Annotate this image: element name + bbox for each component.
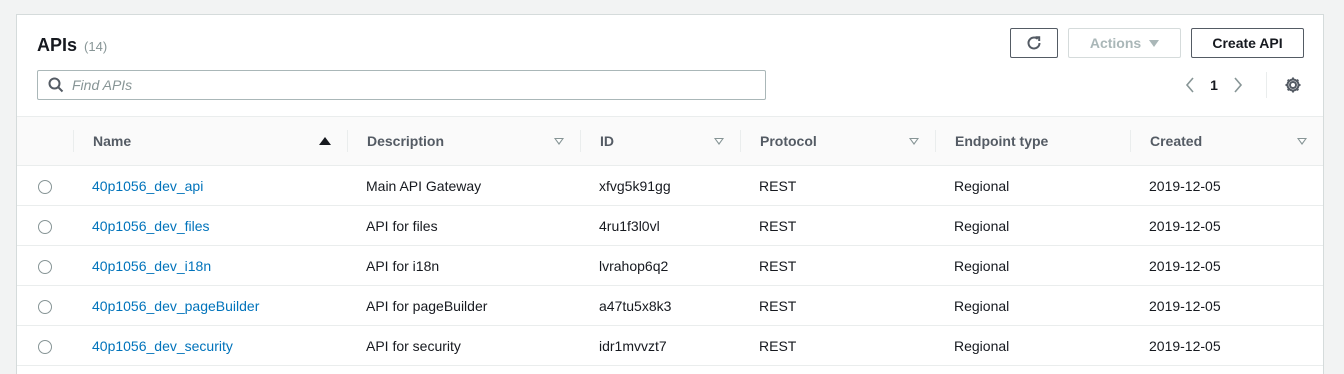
chevron-right-icon <box>1234 77 1243 93</box>
search-box <box>37 70 766 100</box>
row-radio[interactable] <box>38 259 52 274</box>
api-protocol: REST <box>759 297 797 314</box>
api-id: xfvg5k91gg <box>599 177 671 194</box>
column-label: ID <box>600 133 614 149</box>
api-name-link[interactable]: 40p1056_dev_pageBuilder <box>92 298 259 314</box>
column-header-created[interactable]: Created <box>1130 117 1323 166</box>
api-created: 2019-12-05 <box>1149 297 1221 314</box>
page-title: APIs (14) <box>37 35 107 56</box>
gear-icon <box>1285 77 1301 93</box>
api-name-cell: 40p1056_dev_pageBuilder <box>73 286 347 326</box>
api-endpoint-type: Regional <box>954 177 1010 194</box>
row-radio[interactable] <box>38 299 52 314</box>
api-id: lvrahop6q2 <box>599 257 669 274</box>
pagination: 1 <box>1177 72 1251 98</box>
api-name-link[interactable]: 40p1056_dev_api <box>92 178 203 194</box>
create-api-label: Create API <box>1212 35 1283 51</box>
api-description: API for pageBuilder <box>366 297 488 314</box>
api-name-cell: 40p1056_dev_security <box>73 326 347 366</box>
column-label: Endpoint type <box>955 133 1049 149</box>
api-id: 4ru1f3l0vl <box>599 217 660 234</box>
column-header-name[interactable]: Name <box>73 117 347 166</box>
title-text: APIs <box>37 35 78 55</box>
row-select-cell <box>17 206 73 246</box>
caret-down-icon <box>1149 39 1160 47</box>
api-endpoint-type: Regional <box>954 257 1010 274</box>
sort-icon <box>714 137 724 145</box>
table-row[interactable]: 40p1056_dev_i18n API for i18n lvrahop6q2… <box>17 246 1323 286</box>
sort-icon <box>554 137 564 145</box>
api-description: API for security <box>366 337 461 354</box>
api-name-cell: 40p1056_dev_api <box>73 166 347 206</box>
column-label: Name <box>93 133 132 149</box>
refresh-button[interactable] <box>1010 28 1058 58</box>
api-count: (14) <box>84 39 108 54</box>
api-protocol: REST <box>759 257 797 274</box>
sort-ascending-icon <box>319 137 331 145</box>
row-radio[interactable] <box>38 179 52 194</box>
select-column-header <box>17 117 73 166</box>
pagination-divider <box>1266 72 1267 98</box>
table-row[interactable]: 40p1056_dev_security API for security id… <box>17 326 1323 366</box>
create-api-button[interactable]: Create API <box>1191 28 1304 58</box>
column-header-description[interactable]: Description <box>347 117 580 166</box>
api-name-link[interactable]: 40p1056_dev_files <box>92 218 210 234</box>
refresh-icon <box>1027 36 1041 50</box>
api-endpoint-type: Regional <box>954 337 1010 354</box>
current-page[interactable]: 1 <box>1203 77 1225 93</box>
api-name-link[interactable]: 40p1056_dev_i18n <box>92 258 211 274</box>
api-description: API for files <box>366 217 438 234</box>
row-select-cell <box>17 166 73 206</box>
column-label: Created <box>1150 133 1203 149</box>
api-name-cell: 40p1056_dev_files <box>73 206 347 246</box>
panel-header: APIs (14) Actions Create API Find APIs 1 <box>17 15 1323 116</box>
api-created: 2019-12-05 <box>1149 217 1221 234</box>
api-endpoint-type: Regional <box>954 217 1010 234</box>
column-header-endpoint-type[interactable]: Endpoint type <box>935 117 1130 166</box>
api-protocol: REST <box>759 337 797 354</box>
search-icon <box>48 77 64 93</box>
search-input[interactable] <box>72 77 672 93</box>
column-label: Protocol <box>760 133 817 149</box>
api-endpoint-type: Regional <box>954 297 1010 314</box>
api-protocol: REST <box>759 177 797 194</box>
api-protocol: REST <box>759 217 797 234</box>
api-created: 2019-12-05 <box>1149 257 1221 274</box>
column-header-id[interactable]: ID <box>580 117 740 166</box>
apis-panel: APIs (14) Actions Create API Find APIs 1… <box>16 14 1324 374</box>
actions-dropdown[interactable]: Actions <box>1068 28 1181 58</box>
api-created: 2019-12-05 <box>1149 337 1221 354</box>
next-page-button[interactable] <box>1225 72 1251 98</box>
row-select-cell <box>17 326 73 366</box>
row-select-cell <box>17 246 73 286</box>
preferences-button[interactable] <box>1283 75 1303 95</box>
api-created: 2019-12-05 <box>1149 177 1221 194</box>
row-radio[interactable] <box>38 219 52 234</box>
sort-icon <box>1297 137 1307 145</box>
api-name-link[interactable]: 40p1056_dev_security <box>92 338 233 354</box>
row-select-cell <box>17 286 73 326</box>
api-id: a47tu5x8k3 <box>599 297 672 314</box>
previous-page-button[interactable] <box>1177 72 1203 98</box>
api-id: idr1mvvzt7 <box>599 337 667 354</box>
table-row[interactable]: 40p1056_dev_files API for files 4ru1f3l0… <box>17 206 1323 246</box>
table-row[interactable]: 40p1056_dev_api Main API Gateway xfvg5k9… <box>17 166 1323 206</box>
apis-table: Name Description ID Protocol Endpoint ty… <box>17 116 1323 366</box>
api-description: Main API Gateway <box>366 177 482 194</box>
chevron-left-icon <box>1185 77 1194 93</box>
sort-icon <box>909 137 919 145</box>
column-label: Description <box>367 133 445 149</box>
column-header-protocol[interactable]: Protocol <box>740 117 935 166</box>
table-header-row: Name Description ID Protocol Endpoint ty… <box>17 116 1323 166</box>
row-radio[interactable] <box>38 339 52 354</box>
table-row[interactable]: 40p1056_dev_pageBuilder API for pageBuil… <box>17 286 1323 326</box>
api-name-cell: 40p1056_dev_i18n <box>73 246 347 286</box>
api-description: API for i18n <box>366 257 440 274</box>
actions-label: Actions <box>1089 35 1142 51</box>
